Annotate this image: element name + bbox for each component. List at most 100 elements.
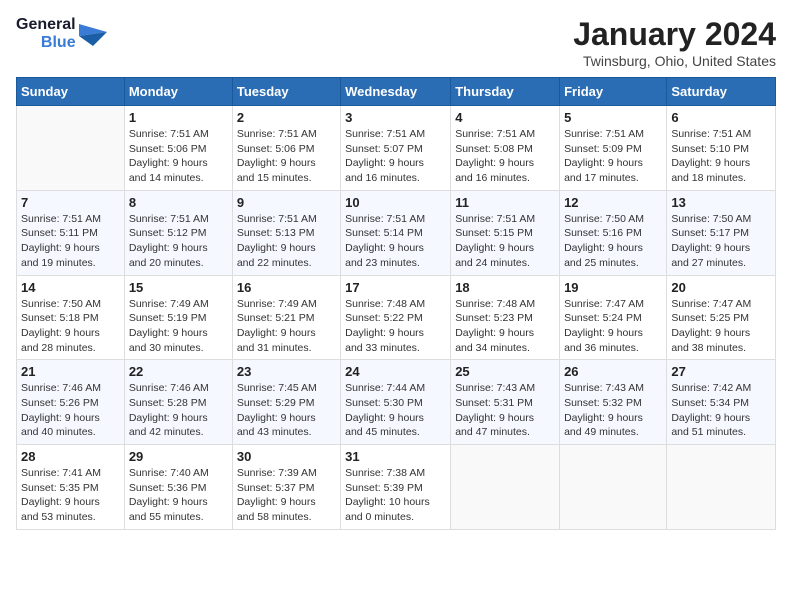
day-header-thursday: Thursday	[451, 78, 560, 106]
calendar-cell	[560, 445, 667, 530]
day-info: Sunrise: 7:48 AM Sunset: 5:23 PM Dayligh…	[455, 297, 555, 356]
day-number: 2	[237, 110, 336, 125]
day-number: 11	[455, 195, 555, 210]
day-number: 29	[129, 449, 228, 464]
day-number: 5	[564, 110, 662, 125]
logo-bird-icon	[79, 18, 107, 50]
calendar-cell	[451, 445, 560, 530]
calendar-cell: 12Sunrise: 7:50 AM Sunset: 5:16 PM Dayli…	[560, 190, 667, 275]
calendar-cell	[17, 106, 125, 191]
day-header-saturday: Saturday	[667, 78, 776, 106]
calendar-cell: 6Sunrise: 7:51 AM Sunset: 5:10 PM Daylig…	[667, 106, 776, 191]
calendar-cell: 30 Sunrise: 7:39 AM Sunset: 5:37 PM Dayli…	[232, 445, 340, 530]
day-header-monday: Monday	[124, 78, 232, 106]
day-info: Sunrise: 7:51 AM Sunset: 5:06 PM Dayligh…	[237, 127, 336, 186]
day-number: 12	[564, 195, 662, 210]
day-number: 4	[455, 110, 555, 125]
calendar-cell: 13 Sunrise: 7:50 AM Sunset: 5:17 PM Dayli…	[667, 190, 776, 275]
day-number: 16	[237, 280, 336, 295]
calendar-cell: 5 Sunrise: 7:51 AM Sunset: 5:09 PM Daylig…	[560, 106, 667, 191]
day-info: Sunrise: 7:51 AM Sunset: 5:07 PM Dayligh…	[345, 127, 446, 186]
calendar-cell: 9Sunrise: 7:51 AM Sunset: 5:13 PM Daylig…	[232, 190, 340, 275]
day-number: 14	[21, 280, 120, 295]
calendar-cell: 26Sunrise: 7:43 AM Sunset: 5:32 PM Dayli…	[560, 360, 667, 445]
day-info: Sunrise: 7:51 AM Sunset: 5:12 PM Dayligh…	[129, 212, 228, 271]
day-info: Sunrise: 7:50 AM Sunset: 5:18 PM Dayligh…	[21, 297, 120, 356]
day-info: Sunrise: 7:39 AM Sunset: 5:37 PM Dayligh…	[237, 466, 336, 525]
calendar-cell: 19 Sunrise: 7:47 AM Sunset: 5:24 PM Dayli…	[560, 275, 667, 360]
day-info: Sunrise: 7:51 AM Sunset: 5:11 PM Dayligh…	[21, 212, 120, 271]
day-number: 10	[345, 195, 446, 210]
day-info: Sunrise: 7:51 AM Sunset: 5:15 PM Dayligh…	[455, 212, 555, 271]
day-info: Sunrise: 7:47 AM Sunset: 5:24 PM Dayligh…	[564, 297, 662, 356]
calendar-cell: 27Sunrise: 7:42 AM Sunset: 5:34 PM Dayli…	[667, 360, 776, 445]
calendar-cell: 29 Sunrise: 7:40 AM Sunset: 5:36 PM Dayli…	[124, 445, 232, 530]
day-info: Sunrise: 7:40 AM Sunset: 5:36 PM Dayligh…	[129, 466, 228, 525]
day-number: 31	[345, 449, 446, 464]
calendar-cell: 23 Sunrise: 7:45 AM Sunset: 5:29 PM Dayli…	[232, 360, 340, 445]
day-info: Sunrise: 7:46 AM Sunset: 5:28 PM Dayligh…	[129, 381, 228, 440]
day-number: 9	[237, 195, 336, 210]
day-info: Sunrise: 7:41 AM Sunset: 5:35 PM Dayligh…	[21, 466, 120, 525]
day-info: Sunrise: 7:48 AM Sunset: 5:22 PM Dayligh…	[345, 297, 446, 356]
calendar-cell: 31 Sunrise: 7:38 AM Sunset: 5:39 PM Dayli…	[341, 445, 451, 530]
calendar-cell: 8Sunrise: 7:51 AM Sunset: 5:12 PM Daylig…	[124, 190, 232, 275]
day-number: 25	[455, 364, 555, 379]
calendar-table: SundayMondayTuesdayWednesdayThursdayFrid…	[16, 77, 776, 530]
day-number: 3	[345, 110, 446, 125]
day-header-sunday: Sunday	[17, 78, 125, 106]
calendar-cell: 10 Sunrise: 7:51 AM Sunset: 5:14 PM Dayli…	[341, 190, 451, 275]
week-row-5: 28 Sunrise: 7:41 AM Sunset: 5:35 PM Dayli…	[17, 445, 776, 530]
day-info: Sunrise: 7:49 AM Sunset: 5:21 PM Dayligh…	[237, 297, 336, 356]
calendar-cell	[667, 445, 776, 530]
day-number: 28	[21, 449, 120, 464]
day-number: 18	[455, 280, 555, 295]
day-info: Sunrise: 7:43 AM Sunset: 5:32 PM Dayligh…	[564, 381, 662, 440]
calendar-cell: 22 Sunrise: 7:46 AM Sunset: 5:28 PM Dayli…	[124, 360, 232, 445]
calendar-cell: 18 Sunrise: 7:48 AM Sunset: 5:23 PM Dayli…	[451, 275, 560, 360]
logo-general: General	[16, 16, 76, 34]
day-number: 27	[671, 364, 771, 379]
day-info: Sunrise: 7:38 AM Sunset: 5:39 PM Dayligh…	[345, 466, 446, 525]
calendar-cell: 14 Sunrise: 7:50 AM Sunset: 5:18 PM Dayli…	[17, 275, 125, 360]
week-row-1: 1 Sunrise: 7:51 AM Sunset: 5:06 PM Daylig…	[17, 106, 776, 191]
day-info: Sunrise: 7:46 AM Sunset: 5:26 PM Dayligh…	[21, 381, 120, 440]
logo-blue: Blue	[41, 34, 76, 52]
day-info: Sunrise: 7:50 AM Sunset: 5:17 PM Dayligh…	[671, 212, 771, 271]
calendar-cell: 2 Sunrise: 7:51 AM Sunset: 5:06 PM Daylig…	[232, 106, 340, 191]
day-info: Sunrise: 7:51 AM Sunset: 5:14 PM Dayligh…	[345, 212, 446, 271]
calendar-cell: 1 Sunrise: 7:51 AM Sunset: 5:06 PM Daylig…	[124, 106, 232, 191]
week-row-3: 14 Sunrise: 7:50 AM Sunset: 5:18 PM Dayli…	[17, 275, 776, 360]
day-number: 23	[237, 364, 336, 379]
day-number: 24	[345, 364, 446, 379]
day-number: 30	[237, 449, 336, 464]
calendar-cell: 24 Sunrise: 7:44 AM Sunset: 5:30 PM Dayli…	[341, 360, 451, 445]
logo: General Blue	[16, 16, 107, 51]
calendar-cell: 3 Sunrise: 7:51 AM Sunset: 5:07 PM Daylig…	[341, 106, 451, 191]
day-number: 1	[129, 110, 228, 125]
day-number: 22	[129, 364, 228, 379]
day-number: 20	[671, 280, 771, 295]
page-header: General Blue January 2024 Twinsburg, Ohi…	[16, 16, 776, 69]
day-info: Sunrise: 7:45 AM Sunset: 5:29 PM Dayligh…	[237, 381, 336, 440]
day-info: Sunrise: 7:51 AM Sunset: 5:10 PM Dayligh…	[671, 127, 771, 186]
day-info: Sunrise: 7:44 AM Sunset: 5:30 PM Dayligh…	[345, 381, 446, 440]
calendar-cell: 7 Sunrise: 7:51 AM Sunset: 5:11 PM Daylig…	[17, 190, 125, 275]
day-header-wednesday: Wednesday	[341, 78, 451, 106]
calendar-cell: 4Sunrise: 7:51 AM Sunset: 5:08 PM Daylig…	[451, 106, 560, 191]
day-header-tuesday: Tuesday	[232, 78, 340, 106]
calendar-cell: 11 Sunrise: 7:51 AM Sunset: 5:15 PM Dayli…	[451, 190, 560, 275]
calendar-cell: 21Sunrise: 7:46 AM Sunset: 5:26 PM Dayli…	[17, 360, 125, 445]
day-number: 19	[564, 280, 662, 295]
day-info: Sunrise: 7:43 AM Sunset: 5:31 PM Dayligh…	[455, 381, 555, 440]
day-info: Sunrise: 7:49 AM Sunset: 5:19 PM Dayligh…	[129, 297, 228, 356]
day-info: Sunrise: 7:51 AM Sunset: 5:09 PM Dayligh…	[564, 127, 662, 186]
days-header-row: SundayMondayTuesdayWednesdayThursdayFrid…	[17, 78, 776, 106]
calendar-cell: 17 Sunrise: 7:48 AM Sunset: 5:22 PM Dayli…	[341, 275, 451, 360]
day-number: 13	[671, 195, 771, 210]
day-number: 17	[345, 280, 446, 295]
day-number: 7	[21, 195, 120, 210]
calendar-cell: 16 Sunrise: 7:49 AM Sunset: 5:21 PM Dayli…	[232, 275, 340, 360]
calendar-cell: 28 Sunrise: 7:41 AM Sunset: 5:35 PM Dayli…	[17, 445, 125, 530]
day-info: Sunrise: 7:51 AM Sunset: 5:06 PM Dayligh…	[129, 127, 228, 186]
